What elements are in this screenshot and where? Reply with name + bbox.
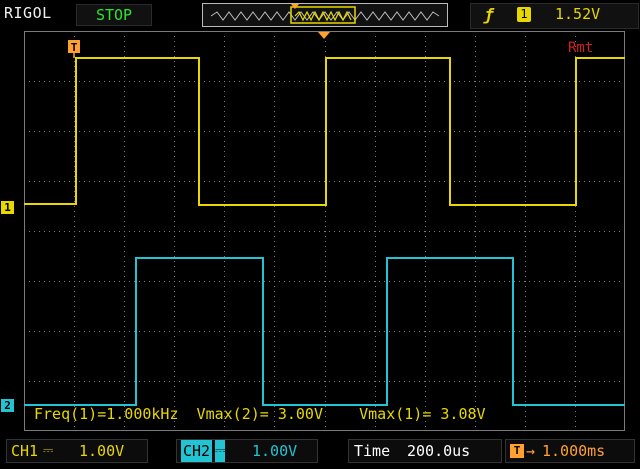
time-scale: 200.0us bbox=[407, 442, 471, 460]
time-label: Time bbox=[354, 442, 391, 460]
trigger-source: 1 bbox=[517, 7, 531, 22]
trigger-delay-box[interactable]: T → 1.000ms bbox=[505, 439, 635, 463]
dc-coupling-icon: ⎓ bbox=[215, 440, 226, 462]
horizontal-trigger-icon bbox=[318, 32, 330, 39]
ch1-ground-marker[interactable]: 1 bbox=[1, 201, 14, 214]
waveform-overview bbox=[210, 4, 440, 24]
grid-lines bbox=[24, 31, 625, 431]
run-stop-status[interactable]: STOP bbox=[76, 4, 152, 26]
ch2-scale: 1.00V bbox=[252, 442, 298, 460]
trigger-position-icon: T bbox=[68, 40, 80, 58]
delay-value: 1.000ms bbox=[542, 442, 606, 460]
ch2-scale-box[interactable]: CH2 ⎓ 1.00V bbox=[176, 439, 318, 463]
waveform-graticule: T bbox=[24, 31, 625, 431]
delay-arrow-icon: → bbox=[526, 442, 536, 460]
remote-indicator: Rmt bbox=[568, 40, 594, 56]
trigger-level: 1.52V bbox=[555, 5, 601, 23]
memory-overview-bar bbox=[202, 3, 448, 27]
measurement-readout: Freq(1)=1.000kHz Vmax(2)= 3.00V Vmax(1)=… bbox=[34, 405, 486, 423]
ch1-scale-box[interactable]: CH1 ⎓ 1.00V bbox=[6, 439, 148, 463]
dc-coupling-icon: ⎓ bbox=[43, 443, 54, 458]
brand-logo: RIGOL bbox=[4, 4, 52, 22]
ch2-ground-marker[interactable]: 2 bbox=[1, 399, 14, 412]
ch1-scale: 1.00V bbox=[79, 442, 125, 460]
svg-text:T: T bbox=[71, 41, 78, 54]
timebase-box[interactable]: Time 200.0us bbox=[348, 439, 502, 463]
trigger-delay-icon: T bbox=[510, 444, 524, 458]
ch2-label: CH2 bbox=[181, 440, 213, 462]
rising-edge-icon: ƒ bbox=[484, 5, 494, 24]
ch1-label: CH1 bbox=[11, 442, 39, 460]
